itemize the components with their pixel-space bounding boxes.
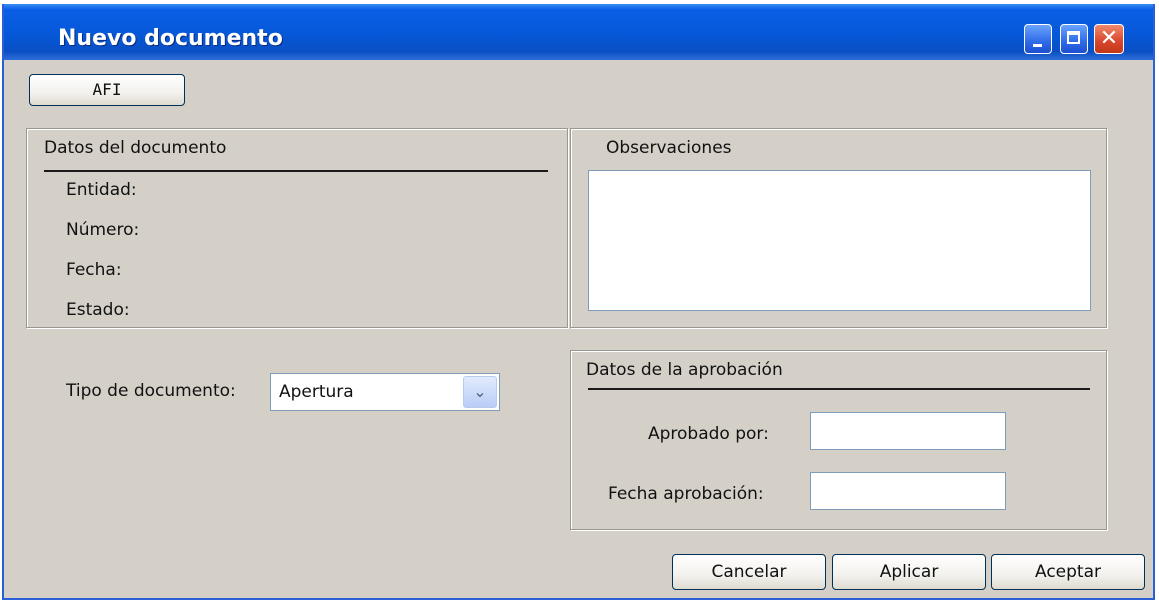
- approval-divider: [588, 388, 1090, 390]
- window-title: Nuevo documento: [58, 26, 283, 51]
- document-type-select[interactable]: Apertura ⌄: [270, 373, 500, 411]
- document-type-value: Apertura: [279, 382, 354, 402]
- minimize-icon: [1033, 44, 1042, 47]
- afi-button[interactable]: AFI: [29, 74, 185, 106]
- title-bar[interactable]: Nuevo documento ✕: [4, 4, 1153, 60]
- maximize-icon: [1067, 31, 1080, 44]
- approval-date-label: Fecha aprobación:: [608, 484, 764, 504]
- cancel-button[interactable]: Cancelar: [672, 554, 826, 590]
- dialog-window: Nuevo documento ✕ AFI Datos del document…: [2, 4, 1155, 600]
- document-data-divider: [44, 170, 548, 172]
- minimize-button[interactable]: [1024, 24, 1052, 54]
- apply-button[interactable]: Aplicar: [832, 554, 986, 590]
- approval-title: Datos de la aprobación: [586, 360, 783, 380]
- close-icon: ✕: [1099, 26, 1119, 51]
- accept-button[interactable]: Aceptar: [991, 554, 1145, 590]
- close-button[interactable]: ✕: [1094, 24, 1124, 54]
- document-type-label: Tipo de documento:: [66, 381, 236, 401]
- chevron-down-icon[interactable]: ⌄: [463, 376, 497, 408]
- observations-textarea[interactable]: [588, 170, 1091, 311]
- entidad-label: Entidad:: [66, 180, 137, 200]
- numero-label: Número:: [66, 220, 140, 240]
- estado-label: Estado:: [66, 300, 130, 320]
- observations-title: Observaciones: [606, 138, 732, 158]
- approved-by-label: Aprobado por:: [648, 424, 769, 444]
- document-data-title: Datos del documento: [44, 138, 227, 158]
- fecha-label: Fecha:: [66, 260, 122, 280]
- approval-date-field[interactable]: [810, 472, 1006, 510]
- maximize-button[interactable]: [1060, 24, 1088, 54]
- approved-by-field[interactable]: [810, 412, 1006, 450]
